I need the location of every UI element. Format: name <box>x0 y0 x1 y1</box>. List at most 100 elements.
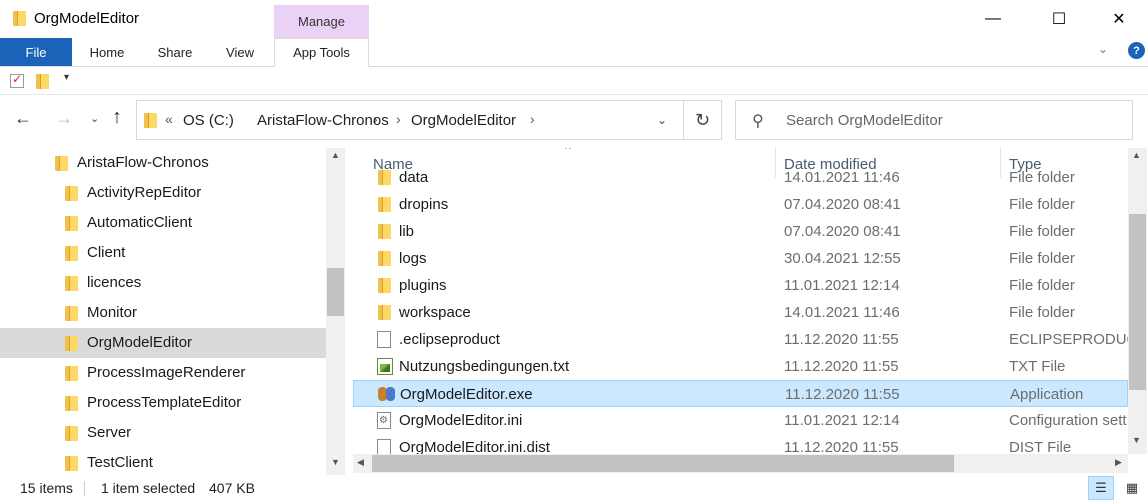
overflow-chevron-icon[interactable]: « <box>165 111 173 127</box>
back-arrow-icon[interactable]: ← <box>14 108 32 129</box>
title-bar: OrgModelEditor — ☐ ✕ <box>0 0 1148 38</box>
scroll-right-icon[interactable]: ▶ <box>1115 457 1122 468</box>
file-type: ECLIPSEPRODUCT <box>1009 331 1128 348</box>
selection-status: 1 item selected <box>101 480 196 496</box>
tree-item-processimagerenderer[interactable]: ProcessImageRenderer <box>0 358 326 388</box>
new-folder-icon[interactable] <box>35 73 49 89</box>
maximize-button[interactable]: ☐ <box>1036 0 1082 38</box>
tree-item-aristaflow-chronos[interactable]: AristaFlow-Chronos <box>0 148 326 178</box>
file-date: 11.12.2020 11:55 <box>784 439 899 454</box>
tree-item-label: Client <box>87 244 126 261</box>
file-row[interactable]: OrgModelEditor.ini 11.01.2021 12:14 Conf… <box>353 407 1128 434</box>
customize-toolbar-dropdown-icon[interactable]: ▾ <box>64 72 69 83</box>
tree-item-activityrepeditor[interactable]: ActivityRepEditor <box>0 178 326 208</box>
tree-item-automaticclient[interactable]: AutomaticClient <box>0 208 326 238</box>
file-row[interactable]: logs 30.04.2021 12:55 File folder <box>353 245 1128 272</box>
folder-icon <box>64 335 78 351</box>
search-icon: ⚲ <box>752 113 764 130</box>
file-row[interactable]: OrgModelEditor.ini.dist 11.12.2020 11:55… <box>353 434 1128 454</box>
file-name: OrgModelEditor.ini <box>399 412 523 429</box>
tree-item-server[interactable]: Server <box>0 418 326 448</box>
nav-pane-scroll-thumb[interactable] <box>327 268 344 316</box>
minimize-button[interactable]: — <box>970 0 1016 38</box>
document-icon <box>377 331 391 348</box>
file-date: 11.12.2020 11:55 <box>785 386 900 403</box>
folder-icon <box>377 277 391 293</box>
help-icon[interactable]: ? <box>1128 42 1145 59</box>
folder-icon <box>64 275 78 291</box>
address-dropdown-icon[interactable]: ⌄ <box>657 113 667 127</box>
tab-view[interactable]: View <box>212 38 268 66</box>
search-input[interactable]: ⚲ Search OrgModelEditor <box>735 100 1133 140</box>
application-icon <box>378 386 396 403</box>
breadcrumb-aristaflow-chronos[interactable]: AristaFlow-Chronos <box>257 112 389 129</box>
file-date: 14.01.2021 11:46 <box>784 304 900 321</box>
up-arrow-icon[interactable]: ↑ <box>112 106 122 129</box>
breadcrumb-separator-icon[interactable]: › <box>396 111 401 127</box>
file-row[interactable]: Nutzungsbedingungen.txt 11.12.2020 11:55… <box>353 353 1128 380</box>
scroll-down-icon[interactable]: ▼ <box>1132 435 1141 445</box>
tree-item-licences[interactable]: licences <box>0 268 326 298</box>
scroll-down-icon[interactable]: ▼ <box>331 457 340 467</box>
file-name: OrgModelEditor.ini.dist <box>399 439 550 454</box>
file-row[interactable]: workspace 14.01.2021 11:46 File folder <box>353 299 1128 326</box>
file-type: TXT File <box>1009 358 1066 375</box>
tab-app-tools[interactable]: App Tools <box>274 38 369 67</box>
file-date: 11.12.2020 11:55 <box>784 358 899 375</box>
file-date: 11.01.2021 12:14 <box>784 412 900 429</box>
tree-item-label: ActivityRepEditor <box>87 184 202 201</box>
properties-icon[interactable] <box>10 72 24 88</box>
file-name: data <box>399 169 429 186</box>
tree-item-label: ProcessTemplateEditor <box>87 394 242 411</box>
file-row[interactable]: .eclipseproduct 11.12.2020 11:55 ECLIPSE… <box>353 326 1128 353</box>
file-type: Application <box>1010 386 1084 403</box>
text-file-icon <box>377 358 393 375</box>
tree-item-testclient[interactable]: TestClient <box>0 448 326 475</box>
tree-item-label: TestClient <box>87 454 153 471</box>
tab-file[interactable]: File <box>0 38 72 66</box>
tree-item-monitor[interactable]: Monitor <box>0 298 326 328</box>
close-button[interactable]: ✕ <box>1096 0 1142 38</box>
tab-share[interactable]: Share <box>146 38 204 66</box>
status-bar: 15 items 1 item selected 407 KB <box>0 475 1148 502</box>
quick-access-toolbar: ▾ <box>0 67 1148 95</box>
tree-item-processtemplateeditor[interactable]: ProcessTemplateEditor <box>0 388 326 418</box>
tree-item-client[interactable]: Client <box>0 238 326 268</box>
navigation-pane: AristaFlow-Chronos ActivityRepEditor Aut… <box>0 148 345 475</box>
folder-icon <box>64 215 78 231</box>
forward-arrow-icon[interactable]: → <box>55 108 73 129</box>
breadcrumb-drive[interactable]: OS (C:) <box>183 112 234 129</box>
recent-locations-chevron-icon[interactable]: ⌄ <box>90 112 99 125</box>
file-list-horizontal-scroll-thumb[interactable] <box>372 455 954 472</box>
tree-item-label: Server <box>87 424 132 441</box>
tree-item-orgmodeleditor[interactable]: OrgModelEditor <box>0 328 326 358</box>
folder-icon <box>64 425 78 441</box>
file-row[interactable]: plugins 11.01.2021 12:14 File folder <box>353 272 1128 299</box>
file-list-vertical-scroll-thumb[interactable] <box>1129 214 1146 390</box>
breadcrumb-orgmodeleditor[interactable]: OrgModelEditor <box>411 112 516 129</box>
file-type: File folder <box>1009 169 1075 186</box>
item-count: 15 items <box>20 480 73 496</box>
settings-file-icon <box>377 412 391 429</box>
file-date: 11.12.2020 11:55 <box>784 331 899 348</box>
breadcrumb-separator-icon[interactable]: › <box>530 111 535 127</box>
file-row[interactable]: data 14.01.2021 11:46 File folder <box>353 164 1128 191</box>
details-view-icon[interactable]: ☰ <box>1088 476 1114 500</box>
address-bar[interactable]: « OS (C:) › AristaFlow-Chronos › OrgMode… <box>136 100 684 140</box>
tree-item-label: AristaFlow-Chronos <box>77 154 209 171</box>
refresh-button[interactable]: ↻ <box>684 100 722 140</box>
scroll-up-icon[interactable]: ▲ <box>331 150 340 160</box>
file-row[interactable]: dropins 07.04.2020 08:41 File folder <box>353 191 1128 218</box>
file-type: File folder <box>1009 223 1075 240</box>
scroll-left-icon[interactable]: ◀ <box>357 457 364 468</box>
folder-icon <box>12 10 26 26</box>
large-icons-view-icon[interactable]: ▦ <box>1119 476 1145 500</box>
expand-ribbon-icon[interactable]: ⌄ <box>1098 42 1108 56</box>
folder-icon <box>64 365 78 381</box>
scroll-up-icon[interactable]: ▲ <box>1132 150 1141 160</box>
folder-icon <box>377 196 391 212</box>
file-row-selected[interactable]: OrgModelEditor.exe 11.12.2020 11:55 Appl… <box>353 380 1128 407</box>
manage-contextual-group: Manage <box>274 5 369 38</box>
tab-home[interactable]: Home <box>76 38 138 66</box>
file-row[interactable]: lib 07.04.2020 08:41 File folder <box>353 218 1128 245</box>
